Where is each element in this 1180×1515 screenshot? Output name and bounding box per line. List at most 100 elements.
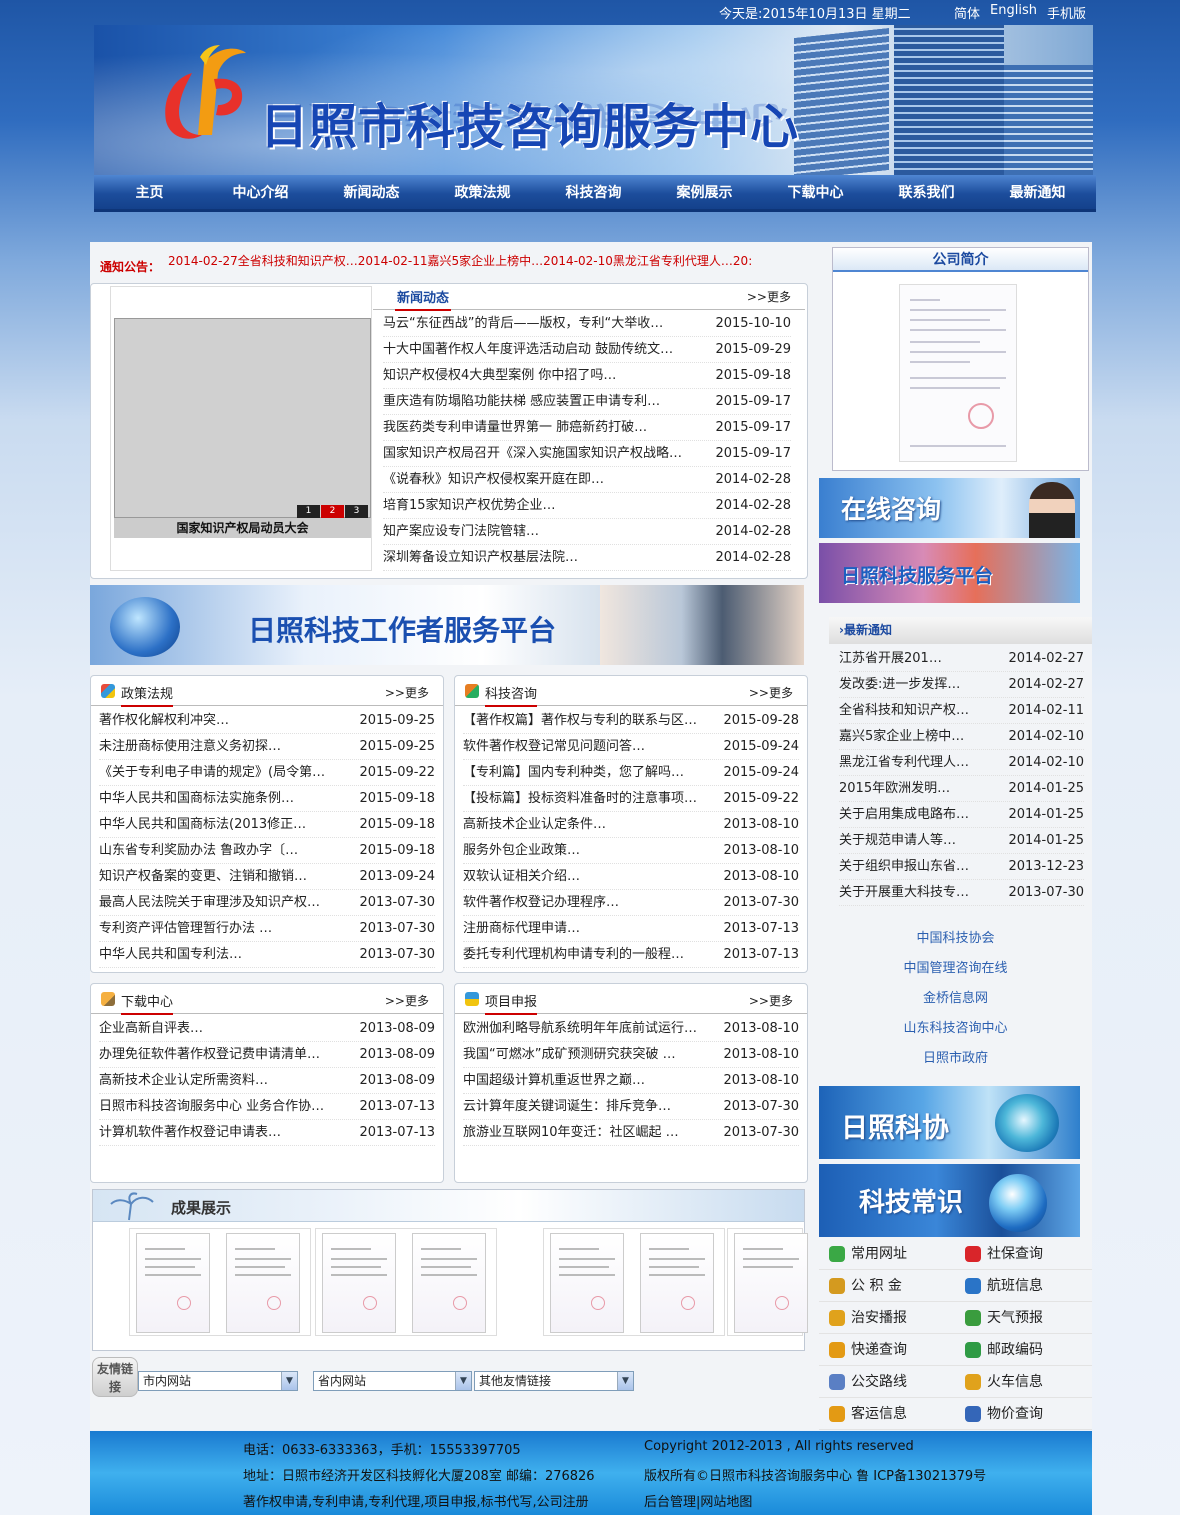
notice-item[interactable]: 嘉兴5家企业上榜中… 2014-02-10	[839, 724, 1084, 750]
news-item[interactable]: 十大中国著作权人年度评选活动启动 鼓励传统文… 2015-09-29	[383, 337, 791, 363]
nav-item-contact[interactable]: 联系我们	[871, 175, 982, 209]
mobile-version-link[interactable]: 手机版	[1047, 3, 1086, 22]
consult-item-link[interactable]: 软件著作权登记常见问题问答…	[463, 739, 645, 754]
nav-item-about[interactable]: 中心介绍	[205, 175, 316, 209]
policy-item[interactable]: 专利资产评估管理暂行办法 … 2013-07-30	[99, 916, 435, 942]
tool-link[interactable]: 航班信息	[955, 1270, 1091, 1302]
consult-item[interactable]: 服务外包企业政策… 2013-08-10	[463, 838, 799, 864]
download-more-link[interactable]: >>更多	[385, 992, 429, 1009]
nav-item-consult[interactable]: 科技咨询	[538, 175, 649, 209]
download-item-link[interactable]: 办理免征软件著作权登记费申请清单…	[99, 1047, 320, 1062]
project-item-link[interactable]: 我国“可燃冰”成矿预测研究获突破 …	[463, 1047, 676, 1062]
project-item[interactable]: 我国“可燃冰”成矿预测研究获突破 … 2013-08-10	[463, 1042, 799, 1068]
policy-item[interactable]: 最高人民法院关于审理涉及知识产权… 2013-07-30	[99, 890, 435, 916]
notice-item[interactable]: 关于启用集成电路布… 2014-01-25	[839, 802, 1084, 828]
policy-item-link[interactable]: 《关于专利电子申请的规定》(局令第…	[99, 765, 325, 780]
download-item-link[interactable]: 企业高新自评表…	[99, 1021, 203, 1036]
news-more-link[interactable]: >>更多	[747, 288, 791, 305]
news-item[interactable]: 国家知识产权局召开《深入实施国家知识产权战略… 2015-09-17	[383, 441, 791, 467]
slideshow-page-1[interactable]: 1	[297, 505, 320, 518]
consult-item[interactable]: 【投标篇】投标资料准备时的注意事项… 2015-09-22	[463, 786, 799, 812]
notice-item-link[interactable]: 关于组织申报山东省…	[839, 859, 969, 874]
slideshow-page-3[interactable]: 3	[345, 505, 368, 518]
project-item-link[interactable]: 中国超级计算机重返世界之巅…	[463, 1073, 645, 1088]
ext-link-shandong[interactable]: 山东科技咨询中心	[819, 1014, 1092, 1044]
policy-item[interactable]: 山东省专利奖励办法 鲁政办字〔… 2015-09-18	[99, 838, 435, 864]
news-item-link[interactable]: 《说春秋》知识产权侵权案开庭在即…	[383, 472, 604, 487]
consult-item-link[interactable]: 高新技术企业认定条件…	[463, 817, 606, 832]
project-more-link[interactable]: >>更多	[749, 992, 793, 1009]
policy-item-link[interactable]: 中华人民共和国专利法…	[99, 947, 242, 962]
tool-link[interactable]: 客运信息	[819, 1398, 955, 1430]
news-item[interactable]: 马云“东征西战”的背后——版权，专利“大举收… 2015-10-10	[383, 311, 791, 337]
policy-item[interactable]: 中华人民共和国商标法实施条例… 2015-09-18	[99, 786, 435, 812]
consult-item[interactable]: 高新技术企业认定条件… 2013-08-10	[463, 812, 799, 838]
policy-item[interactable]: 《关于专利电子申请的规定》(局令第… 2015-09-22	[99, 760, 435, 786]
policy-item-link[interactable]: 中华人民共和国商标法实施条例…	[99, 791, 294, 806]
slideshow-page-2[interactable]: 2	[321, 505, 344, 518]
consult-item-link[interactable]: 软件著作权登记办理程序…	[463, 895, 619, 910]
notice-item[interactable]: 关于规范申请人等… 2014-01-25	[839, 828, 1084, 854]
download-item[interactable]: 高新技术企业认定所需资料… 2013-08-09	[99, 1068, 435, 1094]
notice-item-link[interactable]: 关于规范申请人等…	[839, 833, 956, 848]
consult-item-link[interactable]: 服务外包企业政策…	[463, 843, 580, 858]
result-item[interactable]	[727, 1228, 808, 1336]
province-sites-select[interactable]: 省内网站 ▼	[313, 1371, 472, 1391]
city-sites-select[interactable]: 市内网站 ▼	[138, 1371, 298, 1391]
project-item[interactable]: 中国超级计算机重返世界之巅… 2013-08-10	[463, 1068, 799, 1094]
tool-link[interactable]: 公交路线	[819, 1366, 955, 1398]
consult-item-link[interactable]: 注册商标代理申请…	[463, 921, 580, 936]
policy-item[interactable]: 中华人民共和国商标法(2013修正… 2015-09-18	[99, 812, 435, 838]
download-item[interactable]: 日照市科技咨询服务中心 业务合作协… 2013-07-13	[99, 1094, 435, 1120]
news-item[interactable]: 我医药类专利申请量世界第一 肺癌新药打破… 2015-09-17	[383, 415, 791, 441]
project-item[interactable]: 旅游业互联网10年变迁：社区崛起 … 2013-07-30	[463, 1120, 799, 1146]
footer-admin-sitemap-link[interactable]: 后台管理|网站地图	[644, 1491, 752, 1510]
nav-item-policy[interactable]: 政策法规	[427, 175, 538, 209]
consult-item-link[interactable]: 【专利篇】国内专利种类，您了解吗…	[463, 765, 684, 780]
project-item-link[interactable]: 旅游业互联网10年变迁：社区崛起 …	[463, 1125, 679, 1140]
tool-link[interactable]: 常用网址	[819, 1238, 955, 1270]
consult-item-link[interactable]: 【著作权篇】著作权与专利的联系与区…	[463, 713, 697, 728]
news-item-link[interactable]: 知产案应设专门法院管辖…	[383, 524, 539, 539]
download-item-link[interactable]: 计算机软件著作权登记申请表…	[99, 1125, 281, 1140]
news-item-link[interactable]: 马云“东征西战”的背后——版权，专利“大举收…	[383, 316, 663, 331]
ext-link-consult-online[interactable]: 中国管理咨询在线	[819, 954, 1092, 984]
nav-item-download[interactable]: 下载中心	[760, 175, 871, 209]
notice-link[interactable]: 嘉兴5家企业上榜中…	[428, 254, 544, 268]
notice-item-link[interactable]: 发改委:进一步发挥…	[839, 677, 960, 692]
other-links-select[interactable]: 其他友情链接 ▼	[474, 1371, 634, 1391]
tool-link[interactable]: 社保查询	[955, 1238, 1091, 1270]
science-knowledge-banner[interactable]: 科技常识	[819, 1164, 1080, 1237]
online-consult-banner[interactable]: 在线咨询	[819, 478, 1080, 538]
ext-link-government[interactable]: 日照市政府	[819, 1044, 1092, 1074]
policy-item[interactable]: 中华人民共和国专利法… 2013-07-30	[99, 942, 435, 968]
tool-link[interactable]: 邮政编码	[955, 1334, 1091, 1366]
service-platform-banner[interactable]: 日照科技服务平台	[819, 543, 1080, 603]
policy-item-link[interactable]: 著作权化解权利冲突…	[99, 713, 229, 728]
consult-item-link[interactable]: 委托专利代理机构申请专利的一般程…	[463, 947, 684, 962]
nav-item-home[interactable]: 主页	[94, 175, 205, 209]
project-item[interactable]: 云计算年度关键词诞生：排斥竞争… 2013-07-30	[463, 1094, 799, 1120]
news-item[interactable]: 深圳筹备设立知识产权基层法院… 2014-02-28	[383, 545, 791, 571]
news-item-link[interactable]: 重庆造有防塌陷功能扶梯 感应装置正申请专利…	[383, 394, 660, 409]
nav-item-cases[interactable]: 案例展示	[649, 175, 760, 209]
notice-item-link[interactable]: 关于开展重大科技专…	[839, 885, 969, 900]
notice-item-link[interactable]: 全省科技和知识产权…	[839, 703, 969, 718]
notice-item[interactable]: 江苏省开展201… 2014-02-27	[839, 646, 1084, 672]
news-item-link[interactable]: 十大中国著作权人年度评选活动启动 鼓励传统文…	[383, 342, 673, 357]
notice-item[interactable]: 黑龙江省专利代理人… 2014-02-10	[839, 750, 1084, 776]
notice-item-link[interactable]: 江苏省开展201…	[839, 651, 942, 666]
policy-item-link[interactable]: 未注册商标使用注意义务初探…	[99, 739, 281, 754]
ext-link-cast[interactable]: 中国科技协会	[819, 924, 1092, 954]
notice-item[interactable]: 关于开展重大科技专… 2013-07-30	[839, 880, 1084, 906]
consult-item-link[interactable]: 双软认证相关介绍…	[463, 869, 580, 884]
news-item[interactable]: 《说春秋》知识产权侵权案开庭在即… 2014-02-28	[383, 467, 791, 493]
news-item-link[interactable]: 深圳筹备设立知识产权基层法院…	[383, 550, 578, 565]
notice-item[interactable]: 全省科技和知识产权… 2014-02-11	[839, 698, 1084, 724]
tool-link[interactable]: 治安播报	[819, 1302, 955, 1334]
tool-link[interactable]: 火车信息	[955, 1366, 1091, 1398]
result-item[interactable]	[129, 1228, 311, 1336]
slideshow-caption[interactable]: 国家知识产权局动员大会	[114, 518, 371, 538]
ext-link-jinqiao[interactable]: 金桥信息网	[819, 984, 1092, 1014]
notice-item[interactable]: 2015年欧洲发明… 2014-01-25	[839, 776, 1084, 802]
